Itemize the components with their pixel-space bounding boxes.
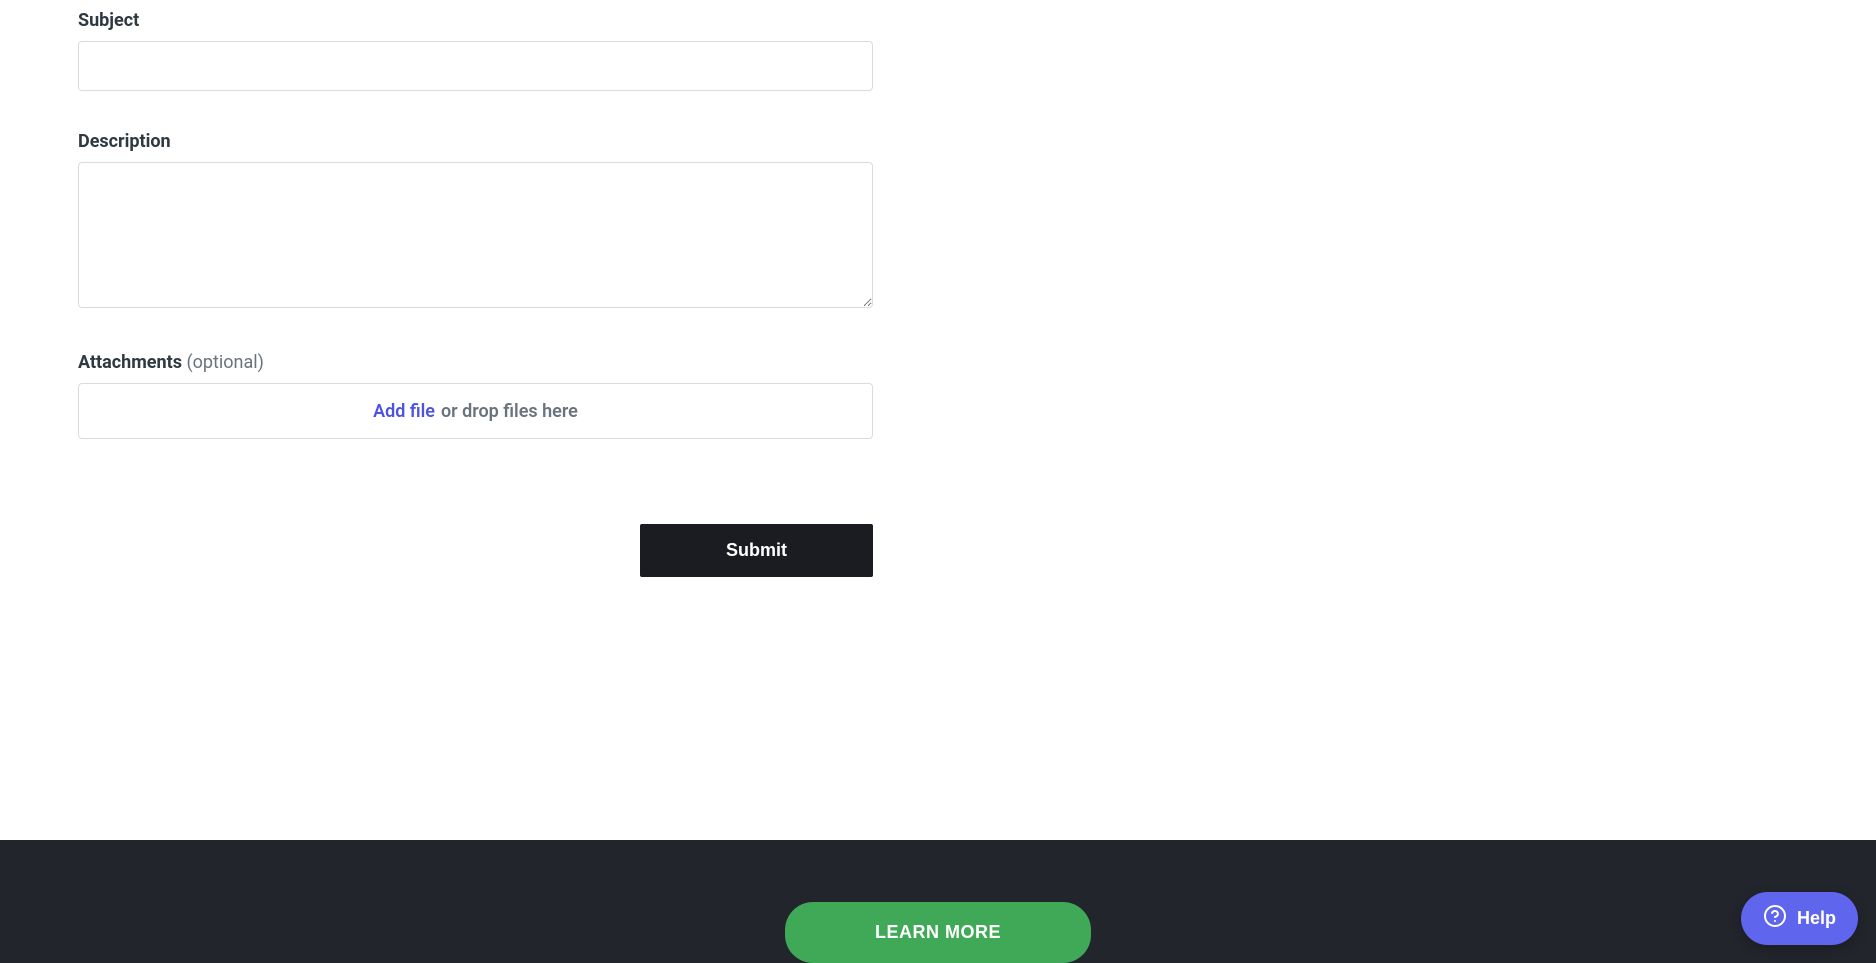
submit-button[interactable]: Submit [640, 524, 873, 577]
help-widget-label: Help [1797, 908, 1836, 929]
subject-label: Subject [78, 10, 873, 31]
description-group: Description [78, 131, 873, 312]
drop-files-text: or drop files here [441, 401, 578, 422]
support-form: Subject Description Attachments (optiona… [78, 0, 873, 577]
subject-input[interactable] [78, 41, 873, 91]
attachments-label-text: Attachments [78, 352, 182, 373]
page-footer: LEARN MORE [0, 840, 1876, 963]
attachments-group: Attachments (optional) Add file or drop … [78, 352, 873, 439]
subject-group: Subject [78, 10, 873, 91]
attachments-optional-text: (optional) [186, 352, 263, 373]
attachments-label: Attachments (optional) [78, 352, 873, 373]
help-widget-button[interactable]: Help [1741, 892, 1858, 945]
description-input[interactable] [78, 162, 873, 308]
help-icon [1763, 904, 1787, 933]
submit-row: Submit [78, 524, 873, 577]
description-label: Description [78, 131, 873, 152]
add-file-link[interactable]: Add file [373, 401, 435, 422]
learn-more-button[interactable]: LEARN MORE [785, 902, 1091, 963]
attachments-dropzone[interactable]: Add file or drop files here [78, 383, 873, 439]
